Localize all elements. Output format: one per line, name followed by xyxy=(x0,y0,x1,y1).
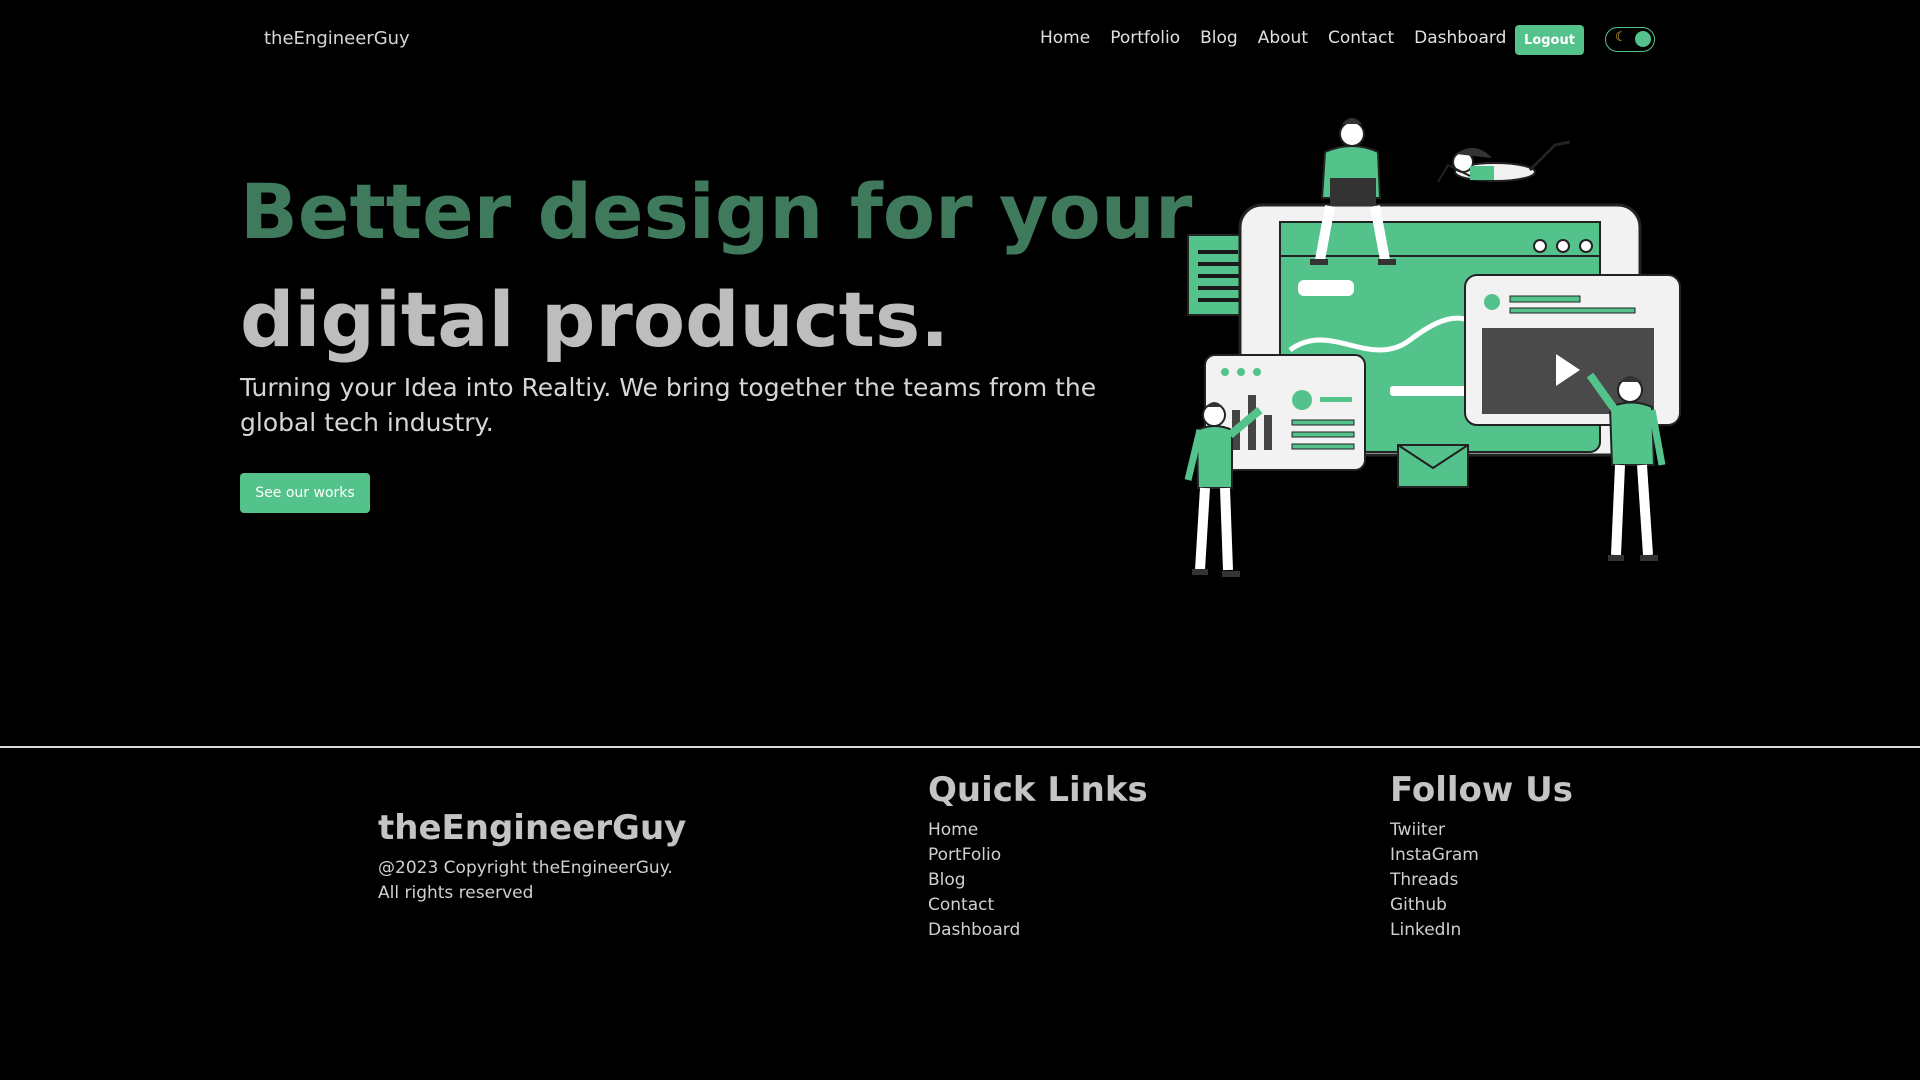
nav-links: Home Portfolio Blog About Contact Dashbo… xyxy=(1040,28,1506,48)
nav-link-dashboard[interactable]: Dashboard xyxy=(1414,28,1506,48)
footer-brand: theEngineerGuy xyxy=(378,808,687,848)
top-navbar: theEngineerGuy Home Portfolio Blog About… xyxy=(0,0,1920,80)
copyright-line1: @2023 Copyright theEngineerGuy. xyxy=(378,858,673,878)
hero-title: Better design for your digital products. xyxy=(240,158,1192,374)
hero-illustration xyxy=(1184,118,1681,577)
copyright-line2: All rights reserved xyxy=(378,883,534,903)
hero-description: Turning your Idea into Realtiy. We bring… xyxy=(240,373,1097,437)
social-link-linkedin[interactable]: LinkedIn xyxy=(1390,918,1573,943)
quick-links-title: Quick Links xyxy=(928,770,1148,810)
hero-title-line1: Better design for your xyxy=(240,167,1193,256)
quick-link-contact[interactable]: Contact xyxy=(928,893,1148,918)
social-link-threads[interactable]: Threads xyxy=(1390,868,1573,893)
see-our-works-button[interactable]: See our works xyxy=(240,473,370,513)
nav-link-portfolio[interactable]: Portfolio xyxy=(1110,28,1180,48)
moon-icon: ☾ xyxy=(1615,30,1627,45)
footer-divider xyxy=(0,746,1920,748)
brand-logo[interactable]: theEngineerGuy xyxy=(264,28,410,49)
quick-link-home[interactable]: Home xyxy=(928,818,1148,843)
quick-link-portfolio[interactable]: PortFolio xyxy=(928,843,1148,868)
toggle-knob xyxy=(1635,31,1651,47)
follow-us-title: Follow Us xyxy=(1390,770,1573,810)
person-lying-icon xyxy=(1437,140,1571,183)
nav-link-contact[interactable]: Contact xyxy=(1328,28,1394,48)
logout-button[interactable]: Logout xyxy=(1515,25,1584,55)
nav-link-about[interactable]: About xyxy=(1258,28,1308,48)
nav-link-blog[interactable]: Blog xyxy=(1200,28,1238,48)
footer-copyright: @2023 Copyright theEngineerGuy. All righ… xyxy=(378,856,673,906)
quick-link-blog[interactable]: Blog xyxy=(928,868,1148,893)
mail-icon xyxy=(1397,444,1469,488)
social-link-instagram[interactable]: InstaGram xyxy=(1390,843,1573,868)
theme-toggle[interactable]: ☾ xyxy=(1605,27,1655,52)
nav-link-home[interactable]: Home xyxy=(1040,28,1090,48)
video-window-icon xyxy=(1464,274,1681,426)
follow-us-section: Follow Us Twiiter InstaGram Threads Gith… xyxy=(1390,770,1573,943)
social-link-twitter[interactable]: Twiiter xyxy=(1390,818,1573,843)
quick-link-dashboard[interactable]: Dashboard xyxy=(928,918,1148,943)
quick-links-section: Quick Links Home PortFolio Blog Contact … xyxy=(928,770,1148,943)
hero-title-line2: digital products. xyxy=(240,275,950,364)
social-link-github[interactable]: Github xyxy=(1390,893,1573,918)
